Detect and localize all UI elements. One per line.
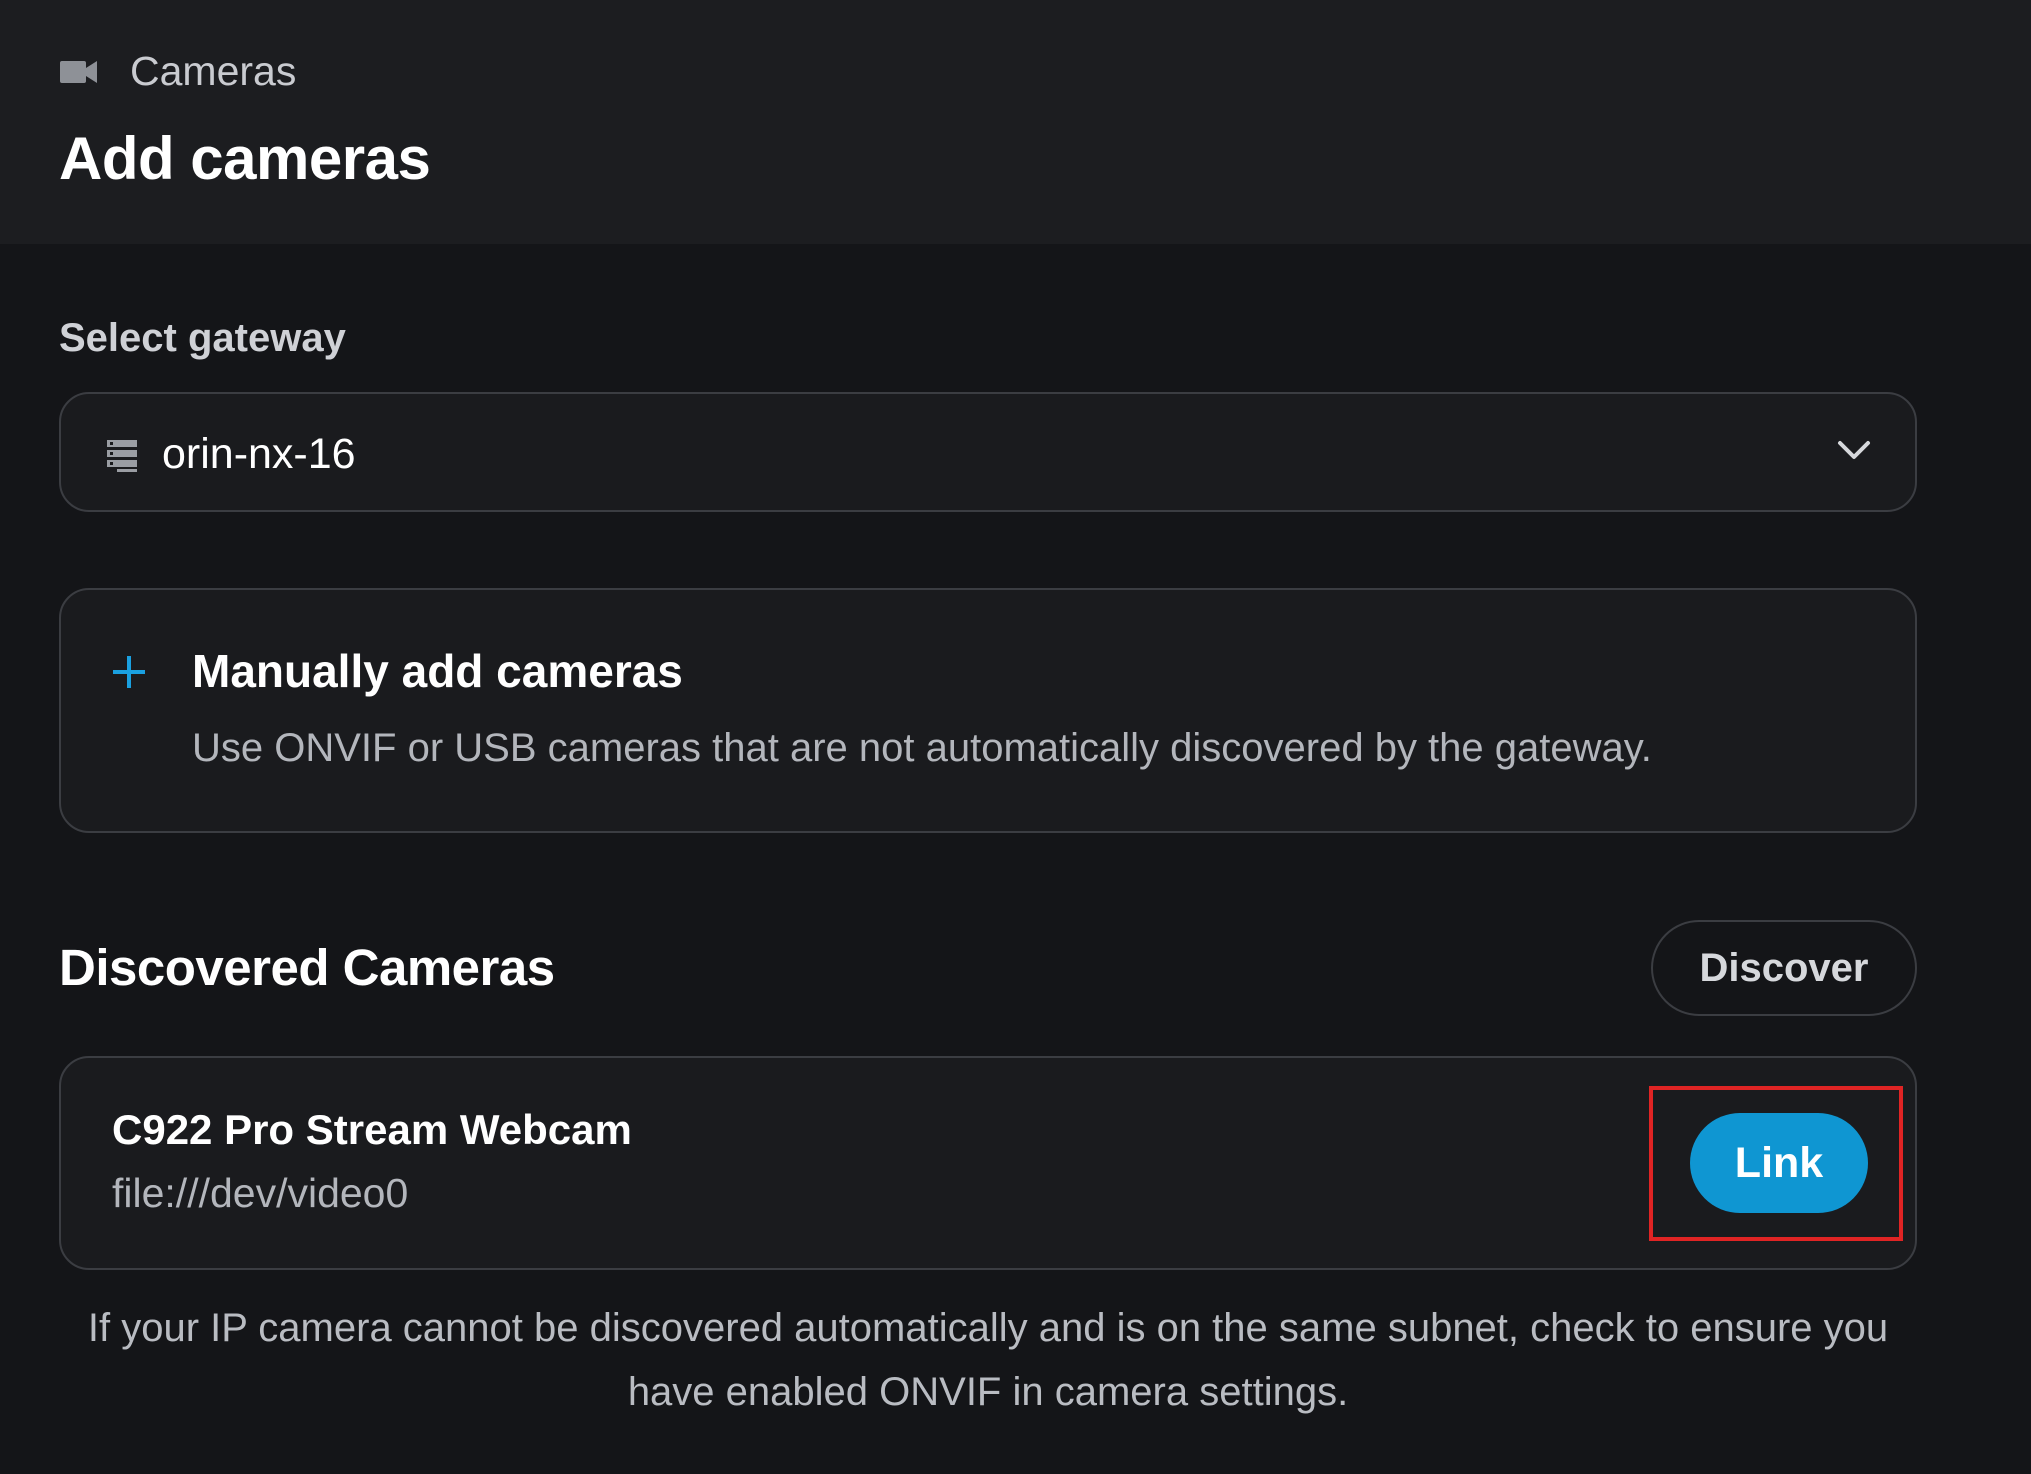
server-icon (107, 440, 137, 472)
manual-add-title: Manually add cameras (192, 645, 683, 697)
manual-add-cameras-card[interactable]: Manually add cameras Use ONVIF or USB ca… (59, 588, 1917, 833)
page-title: Add cameras (59, 125, 431, 192)
gateway-label: Select gateway (59, 316, 346, 360)
gateway-select[interactable]: orin-nx-16 (59, 392, 1917, 512)
breadcrumb[interactable]: Cameras (60, 48, 296, 95)
camera-uri: file:///dev/video0 (112, 1170, 409, 1216)
list-item: C922 Pro Stream Webcam file:///dev/video… (59, 1056, 1917, 1270)
camera-name: C922 Pro Stream Webcam (112, 1106, 632, 1153)
video-camera-icon (60, 57, 100, 87)
chevron-down-icon[interactable] (1837, 438, 1871, 462)
gateway-selected-value: orin-nx-16 (162, 430, 356, 478)
plus-icon (111, 654, 147, 690)
breadcrumb-label[interactable]: Cameras (130, 48, 296, 95)
help-note: If your IP camera cannot be discovered a… (87, 1306, 1889, 1414)
page-header: Cameras Add cameras (0, 0, 2031, 244)
discovered-cameras-heading: Discovered Cameras (59, 939, 555, 996)
discover-button[interactable]: Discover (1651, 920, 1917, 1016)
manual-add-description: Use ONVIF or USB cameras that are not au… (192, 726, 1652, 770)
link-button[interactable]: Link (1690, 1113, 1868, 1213)
